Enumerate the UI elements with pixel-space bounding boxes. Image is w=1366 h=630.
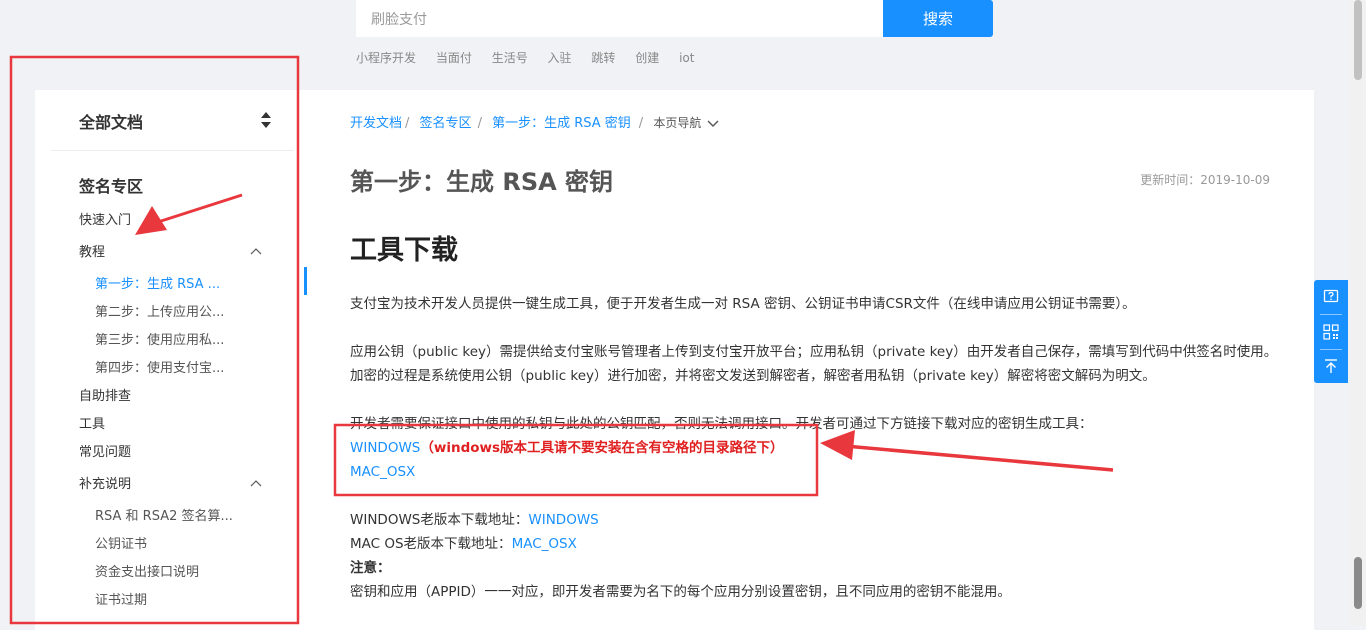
old-mac-link[interactable]: MAC_OSX	[512, 536, 577, 552]
breadcrumb: 开发文档 / 签名专区 / 第一步：生成 RSA 密钥 / 本页导航	[350, 112, 719, 131]
floating-toolbar	[1314, 280, 1348, 383]
sidebar-item-cert-expired[interactable]: 证书过期	[95, 589, 147, 608]
search-input[interactable]: 刷脸支付	[356, 0, 883, 37]
mac-download-link[interactable]: MAC_OSX	[350, 464, 415, 480]
question-icon	[1323, 289, 1339, 303]
qrcode-icon	[1323, 324, 1339, 340]
sidebar-item-tutorial[interactable]: 教程	[79, 241, 105, 260]
breadcrumb-separator: /	[477, 116, 482, 131]
paragraph-match: 开发者需要保证接口中使用的私钥与此处的公钥匹配，否则无法调用接口。开发者可通过下…	[350, 416, 1093, 432]
search-placeholder: 刷脸支付	[371, 11, 427, 28]
old-mac-line: MAC OS老版本下载地址：MAC_OSX	[350, 532, 1280, 556]
hot-link[interactable]: 当面付	[436, 51, 472, 65]
mac-download-line: MAC_OSX	[350, 460, 1280, 484]
note-text: 密钥和应用（APPID）一一对应，即开发者需要为名下的每个应用分别设置密钥，且不…	[350, 584, 1011, 600]
chevron-down-icon	[707, 120, 719, 127]
main-content: 开发文档 / 签名专区 / 第一步：生成 RSA 密钥 / 本页导航 第一步：生成 R…	[304, 90, 1314, 630]
hot-link[interactable]: iot	[679, 51, 694, 65]
old-windows-label: WINDOWS老版本下载地址：	[350, 512, 529, 528]
section-heading: 工具下载	[350, 235, 458, 266]
hot-links: 小程序开发 当面付 生活号 入驻 跳转 创建 iot	[356, 49, 710, 66]
old-windows-line: WINDOWS老版本下载地址：WINDOWS	[350, 508, 1280, 532]
sidebar-section-title: 签名专区	[79, 177, 144, 196]
sidebar-item-quickstart[interactable]: 快速入门	[79, 209, 131, 228]
hot-link[interactable]: 生活号	[492, 51, 528, 65]
hot-link[interactable]: 小程序开发	[356, 51, 416, 65]
back-to-top-icon	[1325, 359, 1337, 373]
sidebar-item-self-check[interactable]: 自助排查	[79, 385, 131, 404]
update-time: 更新时间：2019-10-09	[1140, 173, 1270, 187]
page-scrollbar[interactable]	[1349, 0, 1366, 625]
back-to-top-button[interactable]	[1314, 349, 1348, 383]
windows-download-line: WINDOWS（windows版本工具请不要安装在含有空格的目录路径下）	[350, 436, 1280, 460]
sidebar-item-step3[interactable]: 第三步：使用应用私...	[95, 329, 224, 348]
feedback-button[interactable]	[1314, 280, 1348, 314]
page-title: 第一步：生成 RSA 密钥	[350, 168, 614, 196]
breadcrumb-dev-docs[interactable]: 开发文档	[350, 116, 402, 131]
scrollbar-thumb[interactable]	[1354, 0, 1362, 80]
sidebar-item-step2[interactable]: 第二步：上传应用公...	[95, 301, 224, 320]
paragraph-intro: 支付宝为技术开发人员提供一键生成工具，便于开发者生成一对 RSA 密钥、公钥证书…	[350, 296, 1136, 312]
sidebar-item-rsa-rsa2[interactable]: RSA 和 RSA2 签名算...	[95, 505, 233, 524]
chevron-up-icon[interactable]	[250, 479, 262, 487]
sidebar-item-supplement[interactable]: 补充说明	[79, 473, 131, 492]
windows-download-link[interactable]: WINDOWS	[350, 440, 420, 456]
old-windows-link[interactable]: WINDOWS	[528, 512, 598, 528]
sidebar: 全部文档 签名专区 快速入门 教程 第一步：生成 RSA ... 第二步：上传应…	[35, 90, 304, 630]
hot-link[interactable]: 跳转	[591, 51, 615, 65]
hot-link[interactable]: 入驻	[548, 51, 572, 65]
sidebar-item-fund-api[interactable]: 资金支出接口说明	[95, 561, 199, 580]
windows-warning: （windows版本工具请不要安装在含有空格的目录路径下）	[420, 440, 784, 456]
sidebar-item-step1[interactable]: 第一步：生成 RSA ...	[95, 273, 220, 292]
search-button[interactable]: 搜索	[883, 0, 993, 37]
sidebar-item-tools[interactable]: 工具	[79, 413, 105, 432]
chevron-up-icon[interactable]	[250, 247, 262, 255]
qrcode-button[interactable]	[1314, 315, 1348, 349]
page-nav-label: 本页导航	[653, 116, 702, 130]
sidebar-item-faq[interactable]: 常见问题	[79, 441, 131, 460]
hot-link[interactable]: 创建	[635, 51, 659, 65]
sidebar-header-title: 全部文档	[79, 113, 144, 132]
active-indicator	[304, 267, 307, 295]
breadcrumb-separator: /	[405, 116, 410, 131]
sidebar-item-public-key-cert[interactable]: 公钥证书	[95, 533, 147, 552]
sidebar-item-step4[interactable]: 第四步：使用支付宝...	[95, 357, 224, 376]
note-label: 注意：	[350, 560, 391, 576]
paragraph-keys: 应用公钥（public key）需提供给支付宝账号管理者上传到支付宝开放平台；应…	[350, 344, 1278, 384]
breadcrumb-separator: /	[638, 116, 644, 131]
page-nav-dropdown[interactable]: 本页导航	[653, 116, 719, 130]
breadcrumb-current[interactable]: 第一步：生成 RSA 密钥	[492, 116, 631, 131]
breadcrumb-signature[interactable]: 签名专区	[420, 116, 472, 131]
old-mac-label: MAC OS老版本下载地址：	[350, 536, 512, 552]
scrollbar-thumb-lower[interactable]	[1354, 557, 1362, 609]
sidebar-header[interactable]: 全部文档	[51, 90, 294, 151]
sort-toggle-icon[interactable]	[261, 112, 271, 128]
